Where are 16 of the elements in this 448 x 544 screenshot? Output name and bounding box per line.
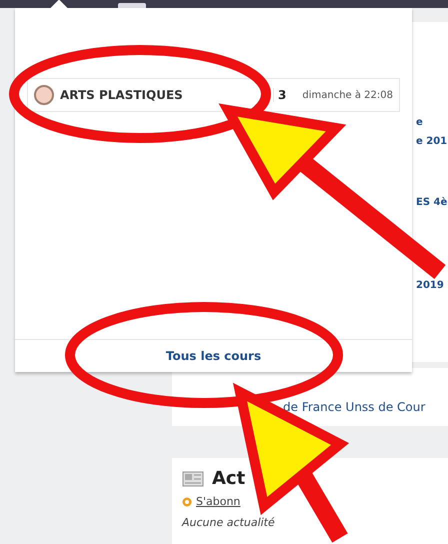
course-count: 3 — [273, 88, 286, 102]
empty-news-text: Aucune actualité — [182, 516, 276, 529]
newspaper-icon — [182, 470, 204, 486]
course-name: ARTS PLASTIQUES — [60, 88, 184, 102]
course-link[interactable]: 2019 — [416, 280, 448, 291]
subscribe-link[interactable]: S'abonn — [196, 495, 240, 508]
news-link[interactable]: de France Unss de Cour — [283, 400, 426, 414]
news-title: Act — [212, 468, 246, 489]
all-courses-link[interactable]: Tous les cours — [166, 349, 262, 363]
menu-tab[interactable] — [118, 3, 146, 8]
course-link[interactable]: e — [416, 117, 448, 128]
course-date: dimanche à 22:08 — [301, 90, 393, 100]
course-link[interactable]: e 201 — [416, 136, 448, 147]
course-icon — [34, 85, 54, 105]
rss-icon — [182, 496, 192, 506]
course-link[interactable]: ES 4è — [416, 197, 448, 208]
